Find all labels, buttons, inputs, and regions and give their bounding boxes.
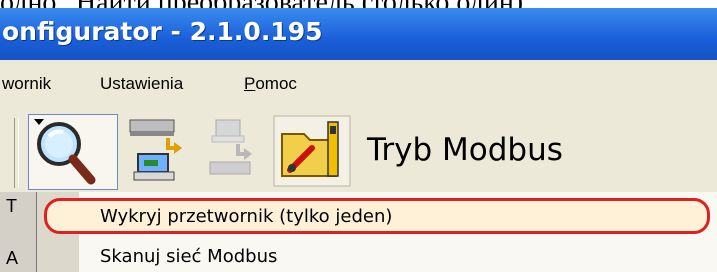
menu-ustawienia[interactable]: Ustawienia bbox=[100, 74, 183, 94]
toolbar: Tryb Modbus bbox=[0, 110, 717, 192]
menu-pomoc[interactable]: Pomoc bbox=[244, 74, 297, 94]
modbus-mode-icon[interactable] bbox=[272, 114, 352, 188]
toolbar-separator bbox=[14, 118, 19, 188]
left-panel-letter: A bbox=[6, 248, 19, 268]
document-caption: одно „Найти преобразователь (только один… bbox=[0, 0, 717, 8]
menu-bar: wornik Ustawienia Pomoc bbox=[0, 60, 717, 111]
menu-item-detect-single[interactable]: Wykryj przetwornik (tylko jeden) bbox=[100, 206, 392, 227]
mode-label: Tryb Modbus bbox=[367, 132, 563, 168]
chevron-down-icon[interactable] bbox=[33, 118, 45, 126]
write-device-icon bbox=[209, 119, 252, 175]
magnifier-icon bbox=[37, 122, 96, 185]
window-title: onfigurator - 2.1.0.195 bbox=[2, 17, 323, 46]
title-bar: onfigurator - 2.1.0.195 bbox=[0, 8, 717, 60]
detect-dropdown-button[interactable] bbox=[28, 114, 118, 190]
read-device-icon[interactable] bbox=[124, 116, 190, 186]
left-panel: T A bbox=[0, 192, 36, 272]
menu-przetwornik[interactable]: wornik bbox=[2, 74, 51, 94]
left-panel-letter: T bbox=[6, 196, 17, 216]
menu-item-scan-modbus[interactable]: Skanuj sieć Modbus bbox=[100, 246, 277, 267]
